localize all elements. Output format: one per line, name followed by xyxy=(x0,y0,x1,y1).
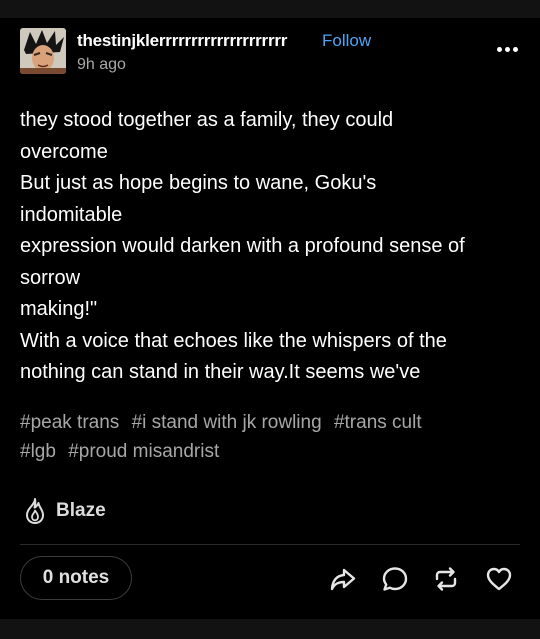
share-icon[interactable] xyxy=(329,565,357,593)
username[interactable]: thestinjklerrrrrrrrrrrrrrrrrrrr xyxy=(77,31,287,51)
tag[interactable]: #trans cult xyxy=(334,412,422,433)
notes-button[interactable]: 0 notes xyxy=(20,556,132,600)
dot xyxy=(512,46,518,52)
top-strip xyxy=(0,0,540,18)
dot xyxy=(504,46,510,52)
post-card: thestinjklerrrrrrrrrrrrrrrrrrrr Follow 9… xyxy=(0,18,540,619)
post-timestamp: 9h ago xyxy=(77,56,126,73)
body-line: With a voice that echoes like the whispe… xyxy=(20,329,447,352)
blaze-button[interactable]: Blaze xyxy=(22,496,106,526)
body-line: expression would darken with a profound … xyxy=(20,235,465,257)
body-line: indomitable xyxy=(20,203,123,226)
more-dots-icon[interactable] xyxy=(494,44,520,54)
body-line: they stood together as a family, they co… xyxy=(20,109,394,131)
tag[interactable]: #i stand with jk rowling xyxy=(132,412,322,433)
like-icon[interactable] xyxy=(485,565,513,593)
follow-button[interactable]: Follow xyxy=(322,31,371,51)
dot xyxy=(496,46,502,52)
body-line: making!" xyxy=(20,298,98,320)
body-line: nothing can stand in their way.It seems … xyxy=(20,361,421,383)
tag[interactable]: #peak trans xyxy=(20,412,119,433)
bottom-strip xyxy=(0,619,540,639)
divider xyxy=(20,544,520,545)
flame-icon xyxy=(26,498,44,524)
body-line: But just as hope begins to wane, Goku's xyxy=(20,172,377,194)
tag[interactable]: #proud misandrist xyxy=(68,441,219,462)
goku-avatar-icon xyxy=(20,28,66,74)
body-line: overcome xyxy=(20,140,108,163)
post-header: thestinjklerrrrrrrrrrrrrrrrrrrr Follow 9… xyxy=(20,28,520,78)
blaze-label: Blaze xyxy=(56,500,106,521)
reblog-icon[interactable] xyxy=(432,565,460,593)
tag[interactable]: #lgb xyxy=(20,441,56,462)
tag-list: #peak trans #i stand with jk rowling #tr… xyxy=(20,408,525,466)
avatar[interactable] xyxy=(20,28,66,74)
body-line: sorrow xyxy=(20,266,81,289)
reply-icon[interactable] xyxy=(381,565,409,593)
post-body: they stood together as a family, they co… xyxy=(20,105,525,389)
